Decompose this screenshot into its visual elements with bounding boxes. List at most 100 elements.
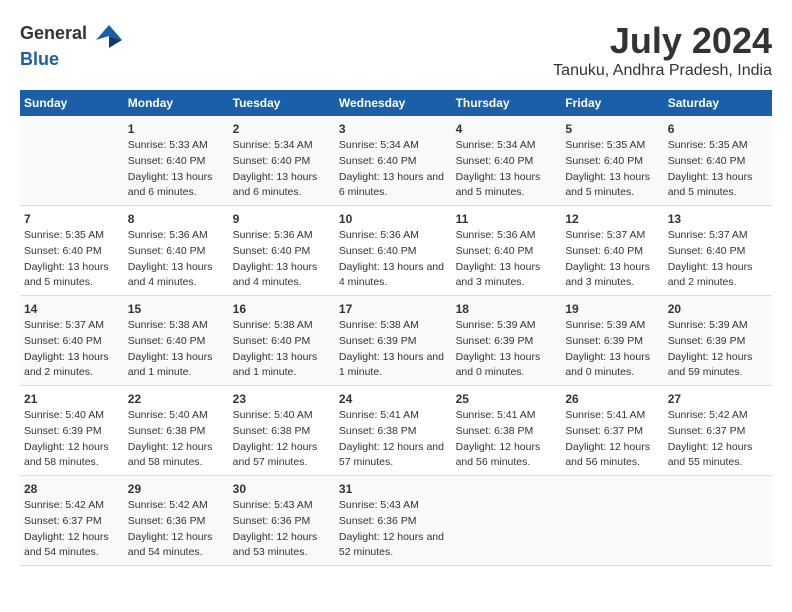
calendar-week-row: 14Sunrise: 5:37 AMSunset: 6:40 PMDayligh…: [20, 296, 772, 386]
day-number: 5: [565, 120, 659, 138]
sunset-text: Sunset: 6:40 PM: [456, 244, 558, 260]
calendar-cell: 16Sunrise: 5:38 AMSunset: 6:40 PMDayligh…: [229, 296, 335, 386]
sunset-text: Sunset: 6:39 PM: [24, 424, 120, 440]
calendar-cell: 4Sunrise: 5:34 AMSunset: 6:40 PMDaylight…: [452, 116, 562, 206]
sunset-text: Sunset: 6:39 PM: [668, 334, 768, 350]
day-number: 21: [24, 390, 120, 408]
day-number: 24: [339, 390, 448, 408]
daylight-text: Daylight: 13 hours and 4 minutes.: [339, 260, 448, 292]
calendar-cell: 13Sunrise: 5:37 AMSunset: 6:40 PMDayligh…: [664, 206, 772, 296]
day-number: 2: [233, 120, 331, 138]
day-number: 4: [456, 120, 558, 138]
day-number: 16: [233, 300, 331, 318]
sunrise-text: Sunrise: 5:36 AM: [233, 228, 331, 244]
location-subtitle: Tanuku, Andhra Pradesh, India: [553, 62, 772, 80]
calendar-header-row: SundayMondayTuesdayWednesdayThursdayFrid…: [20, 90, 772, 116]
day-number: 17: [339, 300, 448, 318]
sunrise-text: Sunrise: 5:36 AM: [128, 228, 225, 244]
header-day-wednesday: Wednesday: [335, 90, 452, 116]
sunset-text: Sunset: 6:38 PM: [339, 424, 448, 440]
sunrise-text: Sunrise: 5:35 AM: [565, 138, 659, 154]
daylight-text: Daylight: 12 hours and 54 minutes.: [24, 530, 120, 562]
calendar-cell: 7Sunrise: 5:35 AMSunset: 6:40 PMDaylight…: [20, 206, 124, 296]
daylight-text: Daylight: 13 hours and 6 minutes.: [128, 170, 225, 202]
calendar-cell: 17Sunrise: 5:38 AMSunset: 6:39 PMDayligh…: [335, 296, 452, 386]
day-number: 12: [565, 210, 659, 228]
day-number: 19: [565, 300, 659, 318]
sunset-text: Sunset: 6:39 PM: [339, 334, 448, 350]
daylight-text: Daylight: 12 hours and 58 minutes.: [128, 440, 225, 472]
calendar-cell: 30Sunrise: 5:43 AMSunset: 6:36 PMDayligh…: [229, 476, 335, 566]
sunrise-text: Sunrise: 5:42 AM: [24, 498, 120, 514]
calendar-cell: 1Sunrise: 5:33 AMSunset: 6:40 PMDaylight…: [124, 116, 229, 206]
daylight-text: Daylight: 13 hours and 2 minutes.: [668, 260, 768, 292]
calendar-cell: 24Sunrise: 5:41 AMSunset: 6:38 PMDayligh…: [335, 386, 452, 476]
sunset-text: Sunset: 6:40 PM: [233, 334, 331, 350]
sunrise-text: Sunrise: 5:38 AM: [339, 318, 448, 334]
calendar-cell: 23Sunrise: 5:40 AMSunset: 6:38 PMDayligh…: [229, 386, 335, 476]
day-number: 6: [668, 120, 768, 138]
header-day-saturday: Saturday: [664, 90, 772, 116]
daylight-text: Daylight: 12 hours and 57 minutes.: [339, 440, 448, 472]
day-number: 8: [128, 210, 225, 228]
logo-blue: Blue: [20, 49, 59, 69]
month-year-title: July 2024: [553, 20, 772, 62]
calendar-cell: 6Sunrise: 5:35 AMSunset: 6:40 PMDaylight…: [664, 116, 772, 206]
day-number: 27: [668, 390, 768, 408]
daylight-text: Daylight: 12 hours and 56 minutes.: [456, 440, 558, 472]
calendar-week-row: 28Sunrise: 5:42 AMSunset: 6:37 PMDayligh…: [20, 476, 772, 566]
day-number: 9: [233, 210, 331, 228]
daylight-text: Daylight: 13 hours and 4 minutes.: [128, 260, 225, 292]
daylight-text: Daylight: 13 hours and 5 minutes.: [668, 170, 768, 202]
daylight-text: Daylight: 13 hours and 3 minutes.: [565, 260, 659, 292]
calendar-cell: 27Sunrise: 5:42 AMSunset: 6:37 PMDayligh…: [664, 386, 772, 476]
sunset-text: Sunset: 6:40 PM: [565, 244, 659, 260]
daylight-text: Daylight: 13 hours and 6 minutes.: [339, 170, 448, 202]
calendar-table: SundayMondayTuesdayWednesdayThursdayFrid…: [20, 90, 772, 566]
sunset-text: Sunset: 6:36 PM: [128, 514, 225, 530]
calendar-cell: 26Sunrise: 5:41 AMSunset: 6:37 PMDayligh…: [561, 386, 663, 476]
sunrise-text: Sunrise: 5:42 AM: [128, 498, 225, 514]
sunrise-text: Sunrise: 5:35 AM: [668, 138, 768, 154]
daylight-text: Daylight: 13 hours and 5 minutes.: [565, 170, 659, 202]
sunset-text: Sunset: 6:40 PM: [565, 154, 659, 170]
daylight-text: Daylight: 13 hours and 2 minutes.: [24, 350, 120, 382]
calendar-cell: 18Sunrise: 5:39 AMSunset: 6:39 PMDayligh…: [452, 296, 562, 386]
calendar-cell: 10Sunrise: 5:36 AMSunset: 6:40 PMDayligh…: [335, 206, 452, 296]
sunset-text: Sunset: 6:40 PM: [339, 244, 448, 260]
header-day-tuesday: Tuesday: [229, 90, 335, 116]
sunrise-text: Sunrise: 5:39 AM: [565, 318, 659, 334]
sunset-text: Sunset: 6:38 PM: [233, 424, 331, 440]
day-number: 31: [339, 480, 448, 498]
title-section: July 2024 Tanuku, Andhra Pradesh, India: [553, 20, 772, 80]
calendar-cell: [664, 476, 772, 566]
header-day-sunday: Sunday: [20, 90, 124, 116]
day-number: 3: [339, 120, 448, 138]
daylight-text: Daylight: 12 hours and 53 minutes.: [233, 530, 331, 562]
calendar-week-row: 21Sunrise: 5:40 AMSunset: 6:39 PMDayligh…: [20, 386, 772, 476]
calendar-cell: 8Sunrise: 5:36 AMSunset: 6:40 PMDaylight…: [124, 206, 229, 296]
day-number: 29: [128, 480, 225, 498]
day-number: 22: [128, 390, 225, 408]
day-number: 7: [24, 210, 120, 228]
day-number: 28: [24, 480, 120, 498]
logo-general: General: [20, 23, 87, 43]
day-number: 18: [456, 300, 558, 318]
calendar-cell: [20, 116, 124, 206]
day-number: 14: [24, 300, 120, 318]
calendar-week-row: 7Sunrise: 5:35 AMSunset: 6:40 PMDaylight…: [20, 206, 772, 296]
sunset-text: Sunset: 6:40 PM: [128, 334, 225, 350]
sunrise-text: Sunrise: 5:39 AM: [668, 318, 768, 334]
calendar-cell: [452, 476, 562, 566]
sunrise-text: Sunrise: 5:37 AM: [565, 228, 659, 244]
calendar-cell: 15Sunrise: 5:38 AMSunset: 6:40 PMDayligh…: [124, 296, 229, 386]
sunset-text: Sunset: 6:40 PM: [233, 244, 331, 260]
calendar-cell: 12Sunrise: 5:37 AMSunset: 6:40 PMDayligh…: [561, 206, 663, 296]
sunset-text: Sunset: 6:38 PM: [128, 424, 225, 440]
daylight-text: Daylight: 12 hours and 59 minutes.: [668, 350, 768, 382]
calendar-week-row: 1Sunrise: 5:33 AMSunset: 6:40 PMDaylight…: [20, 116, 772, 206]
sunrise-text: Sunrise: 5:34 AM: [456, 138, 558, 154]
sunrise-text: Sunrise: 5:34 AM: [339, 138, 448, 154]
day-number: 15: [128, 300, 225, 318]
daylight-text: Daylight: 13 hours and 0 minutes.: [456, 350, 558, 382]
